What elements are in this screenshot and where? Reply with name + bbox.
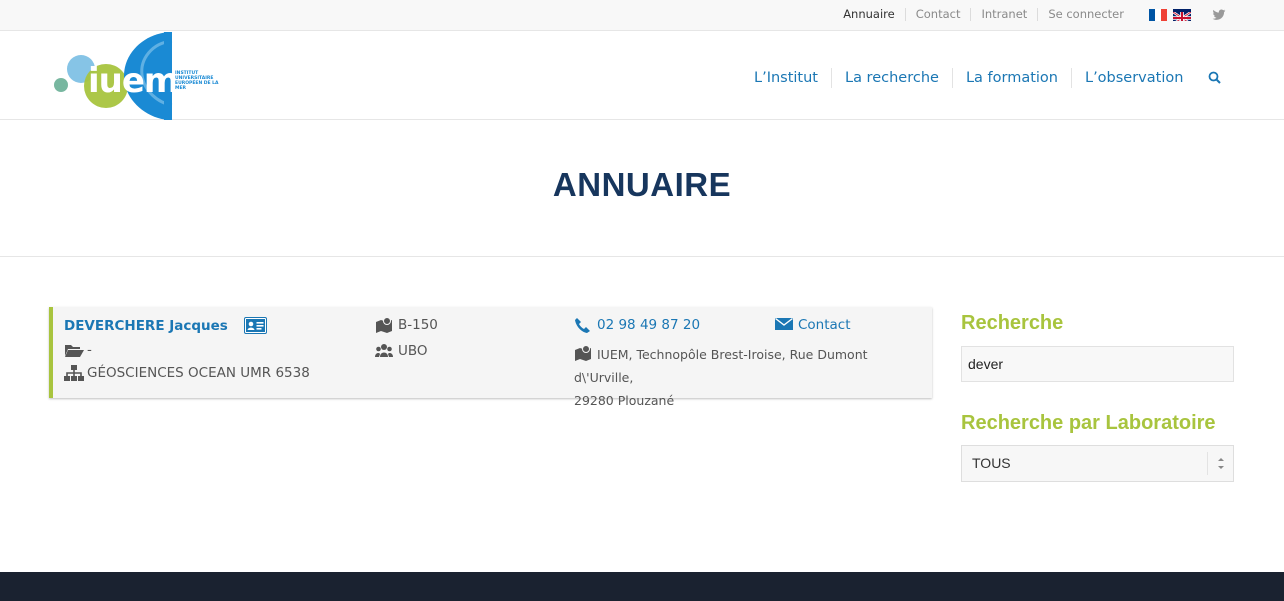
utility-link-intranet[interactable]: Intranet: [970, 8, 1037, 21]
sitemap-icon: [64, 365, 84, 381]
search-icon[interactable]: [1208, 70, 1222, 84]
select-arrows-icon: [1207, 452, 1233, 475]
language-switcher: [1149, 9, 1191, 21]
contact-row: Contact: [775, 317, 851, 333]
folder-value: -: [87, 342, 92, 358]
map-marker-icon: [375, 317, 393, 333]
lab-row: GÉOSCIENCES OCEAN UMR 6538: [64, 365, 310, 381]
contact-link[interactable]: Contact: [798, 317, 851, 333]
twitter-icon[interactable]: [1212, 7, 1226, 21]
french-flag-icon[interactable]: [1149, 9, 1167, 21]
main-navigation: L’Institut La recherche La formation L’o…: [741, 68, 1196, 88]
phone-link[interactable]: 02 98 49 87 20: [597, 317, 700, 333]
office-row: B-150: [375, 317, 438, 333]
vcard-icon[interactable]: [243, 317, 267, 334]
site-header: iuem INSTITUT UNIVERSITAIRE EUROPÉEN DE …: [0, 31, 1284, 120]
nav-item-observation[interactable]: L’observation: [1070, 68, 1196, 88]
iuem-logo[interactable]: iuem INSTITUT UNIVERSITAIRE EUROPÉEN DE …: [52, 31, 219, 120]
lab-filter-select[interactable]: TOUS: [961, 445, 1234, 482]
group-icon: [375, 343, 393, 359]
search-input[interactable]: dever: [961, 346, 1234, 382]
folder-open-icon: [64, 342, 84, 358]
institution-row: UBO: [375, 343, 428, 359]
logo-wordmark: iuem: [88, 61, 179, 101]
utility-link-contact[interactable]: Contact: [904, 8, 971, 21]
directory-result-card: DEVERCHERE Jacques - GÉOSCIENCES OCEAN U…: [49, 307, 932, 408]
lab-filter-heading: Recherche par Laboratoire: [961, 412, 1216, 434]
utility-link-annuaire[interactable]: Annuaire: [833, 8, 905, 21]
office-value: B-150: [398, 317, 438, 333]
phone-row: 02 98 49 87 20: [574, 317, 700, 333]
site-footer: [0, 572, 1284, 601]
address-line-1: IUEM, Technopôle Brest-Iroise, Rue Dumon…: [574, 347, 868, 385]
phone-icon: [574, 317, 592, 333]
page-title: ANNUAIRE: [552, 166, 732, 203]
utility-link-login[interactable]: Se connecter: [1037, 8, 1134, 21]
lab-filter-value: TOUS: [972, 455, 1011, 471]
english-flag-icon[interactable]: [1173, 9, 1191, 21]
institution-value: UBO: [398, 343, 428, 359]
address-block: IUEM, Technopôle Brest-Iroise, Rue Dumon…: [574, 343, 924, 412]
person-row: DEVERCHERE Jacques: [64, 317, 267, 334]
top-utility-bar: Annuaire Contact Intranet Se connecter: [0, 0, 1284, 31]
envelope-icon: [775, 317, 793, 333]
logo-subtitle: INSTITUT UNIVERSITAIRE EUROPÉEN DE LA ME…: [175, 71, 219, 91]
nav-item-formation[interactable]: La formation: [951, 68, 1071, 88]
address-line-2: 29280 Plouzané: [574, 393, 675, 408]
map-icon: [574, 345, 592, 361]
person-name[interactable]: DEVERCHERE Jacques: [64, 318, 228, 334]
utility-links: Annuaire Contact Intranet Se connecter: [833, 8, 1134, 21]
lab-value: GÉOSCIENCES OCEAN UMR 6538: [87, 365, 310, 381]
folder-row: -: [64, 342, 92, 358]
search-heading: Recherche: [961, 312, 1064, 334]
nav-item-institut[interactable]: L’Institut: [741, 68, 831, 88]
nav-item-recherche[interactable]: La recherche: [830, 68, 952, 88]
page-title-band: ANNUAIRE: [0, 120, 1284, 257]
